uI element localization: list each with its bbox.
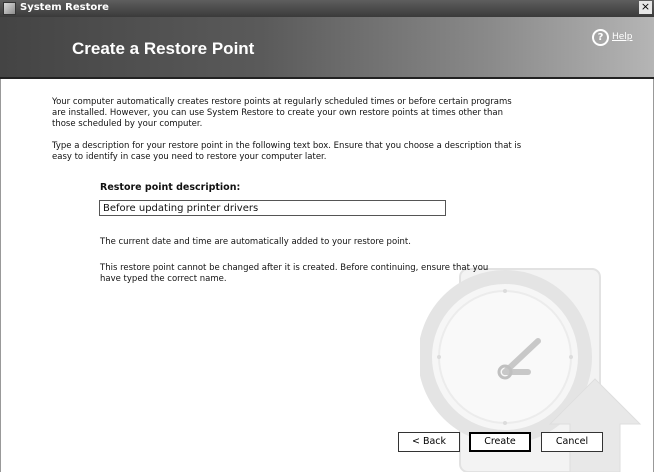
content-panel: Your computer automatically creates rest… — [0, 79, 654, 472]
close-icon[interactable]: × — [639, 1, 652, 14]
description-label: Restore point description: — [100, 182, 241, 193]
page-title: Create a Restore Point — [72, 39, 255, 58]
system-restore-icon — [3, 2, 16, 15]
warning-note: This restore point cannot be changed aft… — [100, 263, 489, 284]
system-restore-window: System Restore × Create a Restore Point … — [0, 0, 654, 472]
create-button[interactable]: Create — [469, 432, 531, 452]
title-bar: System Restore × — [0, 0, 654, 17]
window-title: System Restore — [20, 2, 109, 13]
intro-text: Your computer automatically creates rest… — [52, 97, 512, 129]
description-input[interactable] — [99, 200, 446, 216]
help-link[interactable]: Help — [612, 32, 633, 42]
instructions-text: Type a description for your restore poin… — [52, 141, 522, 162]
header-banner: Create a Restore Point ? Help — [0, 17, 654, 77]
datetime-note: The current date and time are automatica… — [100, 237, 411, 247]
help-icon[interactable]: ? — [592, 29, 609, 46]
content-border-left — [0, 79, 1, 472]
back-button[interactable]: < Back — [398, 432, 460, 452]
cancel-button[interactable]: Cancel — [541, 432, 603, 452]
